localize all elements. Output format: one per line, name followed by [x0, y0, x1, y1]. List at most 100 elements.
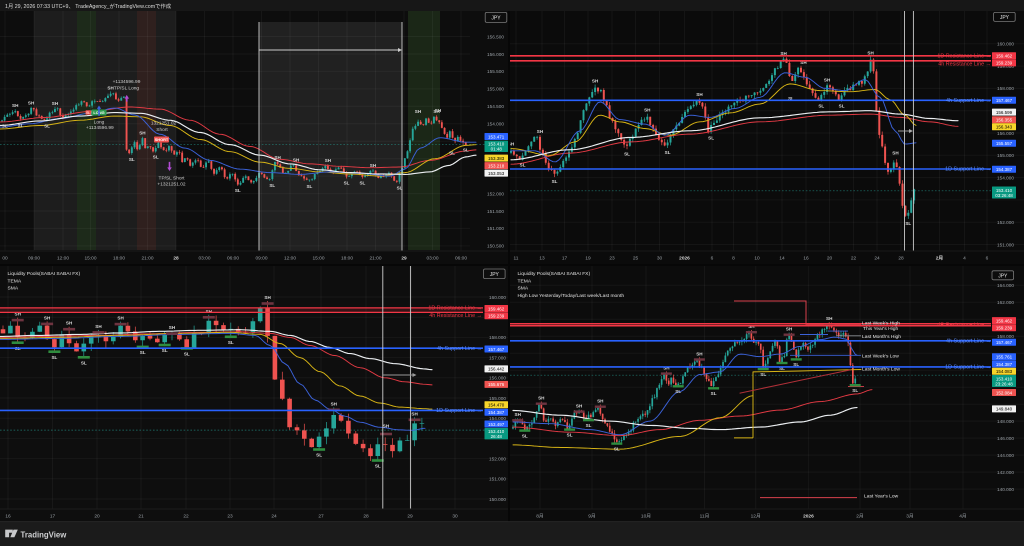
- svg-text:146.000: 146.000: [997, 436, 1014, 441]
- svg-text:154.387: 154.387: [488, 410, 505, 415]
- svg-text:151.000: 151.000: [489, 477, 506, 482]
- svg-text:SH: SH: [274, 155, 281, 160]
- svg-text:159.239: 159.239: [996, 326, 1013, 331]
- svg-text:23: 23: [609, 256, 615, 262]
- svg-text:SH: SH: [537, 129, 544, 134]
- svg-text:21:00: 21:00: [369, 256, 381, 262]
- svg-text:24: 24: [874, 256, 880, 262]
- svg-text:2月: 2月: [936, 255, 944, 262]
- svg-text:154.083: 154.083: [996, 369, 1013, 374]
- svg-text:SL: SL: [86, 111, 90, 115]
- svg-text:17: 17: [562, 256, 568, 262]
- svg-text:SH: SH: [576, 403, 583, 408]
- svg-text:SL: SL: [818, 104, 824, 109]
- svg-text:28: 28: [363, 514, 369, 520]
- svg-text:142.000: 142.000: [997, 470, 1014, 475]
- svg-text:1月 29, 2026 07:33 UTC+9、 Trade: 1月 29, 2026 07:33 UTC+9、 TradeAgency_がTr…: [5, 2, 172, 10]
- svg-text:12月: 12月: [751, 514, 761, 520]
- svg-text:SH: SH: [139, 131, 146, 136]
- svg-text:SL: SL: [344, 181, 350, 186]
- svg-text:SL: SL: [839, 104, 845, 109]
- svg-text:153.218: 153.218: [488, 163, 505, 168]
- svg-text:SL: SL: [269, 183, 275, 188]
- svg-text:2月: 2月: [856, 514, 863, 520]
- svg-text:SMA: SMA: [8, 286, 19, 292]
- svg-text:Last Week's High: Last Week's High: [862, 321, 900, 327]
- svg-text:SH: SH: [117, 316, 124, 321]
- svg-text:1D Resistance Line →: 1D Resistance Line →: [428, 306, 482, 312]
- svg-text:SH: SH: [383, 423, 390, 428]
- svg-text:10月: 10月: [641, 514, 651, 520]
- svg-text:03:00: 03:00: [198, 256, 210, 262]
- svg-text:16: 16: [803, 256, 809, 262]
- svg-text:SH: SH: [370, 163, 377, 168]
- svg-text:156.000: 156.000: [487, 52, 504, 57]
- svg-text:12:00: 12:00: [284, 256, 296, 262]
- svg-text:4R Resistance Line →: 4R Resistance Line →: [937, 323, 991, 329]
- svg-text:153.383: 153.383: [488, 156, 505, 161]
- svg-text:6: 6: [711, 256, 714, 262]
- svg-text:1D Resistance Line →: 1D Resistance Line →: [937, 54, 991, 60]
- svg-text:12:00: 12:00: [57, 256, 69, 262]
- svg-text:1D Support Line →: 1D Support Line →: [945, 365, 991, 371]
- svg-text:Last Month's Low: Last Month's Low: [862, 367, 900, 373]
- svg-text:155.000: 155.000: [997, 153, 1014, 158]
- svg-text:SH: SH: [12, 103, 19, 108]
- svg-text:21:00: 21:00: [141, 256, 153, 262]
- svg-text:03:00: 03:00: [426, 256, 438, 262]
- svg-text:152.084: 152.084: [996, 390, 1013, 395]
- svg-text:155.500: 155.500: [487, 69, 504, 74]
- svg-text:SL: SL: [624, 151, 630, 156]
- svg-text:27: 27: [318, 514, 324, 520]
- svg-text:SH: SH: [44, 315, 51, 320]
- svg-text:25: 25: [633, 256, 639, 262]
- svg-text:SH: SH: [748, 324, 755, 329]
- svg-text:TEMA: TEMA: [518, 278, 532, 284]
- svg-text:20: 20: [827, 256, 833, 262]
- svg-text:152.000: 152.000: [489, 456, 506, 461]
- svg-text:SL: SL: [153, 155, 159, 160]
- svg-text:164.000: 164.000: [997, 283, 1014, 288]
- svg-text:156.000: 156.000: [489, 376, 506, 381]
- svg-text:28: 28: [173, 256, 179, 262]
- svg-text:+1134596.99: +1134596.99: [86, 125, 114, 131]
- svg-text:JPY: JPY: [1000, 15, 1010, 21]
- svg-text:15:00: 15:00: [84, 256, 96, 262]
- svg-text:4月: 4月: [959, 514, 966, 520]
- svg-text:SH: SH: [264, 295, 271, 300]
- svg-text:SL: SL: [552, 179, 558, 184]
- svg-text:15:00: 15:00: [312, 256, 324, 262]
- svg-text:SL: SL: [905, 221, 911, 226]
- svg-text:151.500: 151.500: [487, 209, 504, 214]
- svg-text:SMA: SMA: [518, 286, 529, 292]
- svg-text:155.557: 155.557: [996, 141, 1013, 146]
- svg-text:4h Support Line →: 4h Support Line →: [437, 346, 482, 352]
- svg-text:14: 14: [779, 256, 785, 262]
- svg-text:156.599: 156.599: [996, 110, 1013, 115]
- svg-text:26:48: 26:48: [491, 434, 503, 439]
- svg-text:153.497: 153.497: [488, 422, 505, 427]
- svg-text:4h Resistance Line →: 4h Resistance Line →: [429, 313, 482, 319]
- svg-text:140.000: 140.000: [997, 487, 1014, 492]
- svg-text:19: 19: [585, 256, 591, 262]
- svg-text:8月: 8月: [536, 514, 543, 520]
- svg-text:SH: SH: [644, 108, 651, 113]
- svg-text:SH: SH: [66, 321, 73, 326]
- svg-text:SH: SH: [515, 412, 522, 417]
- svg-text:SL: SL: [2, 124, 8, 129]
- svg-text:156.355: 156.355: [996, 118, 1013, 123]
- svg-text:SH: SH: [597, 399, 604, 404]
- svg-text:154.387: 154.387: [996, 167, 1013, 172]
- svg-text:SL: SL: [449, 151, 455, 156]
- svg-text:09:00: 09:00: [28, 256, 40, 262]
- svg-text:SL: SL: [520, 163, 526, 168]
- svg-text:159.239: 159.239: [996, 61, 1013, 66]
- svg-text:01:48: 01:48: [491, 146, 503, 151]
- svg-text:SL: SL: [184, 352, 190, 357]
- svg-text:SL: SL: [316, 453, 322, 458]
- svg-text:157.467: 157.467: [996, 340, 1013, 345]
- svg-text:13: 13: [539, 256, 545, 262]
- svg-text:JPY: JPY: [491, 16, 501, 22]
- svg-text:159.462: 159.462: [996, 54, 1013, 59]
- svg-text:SL: SL: [359, 181, 365, 186]
